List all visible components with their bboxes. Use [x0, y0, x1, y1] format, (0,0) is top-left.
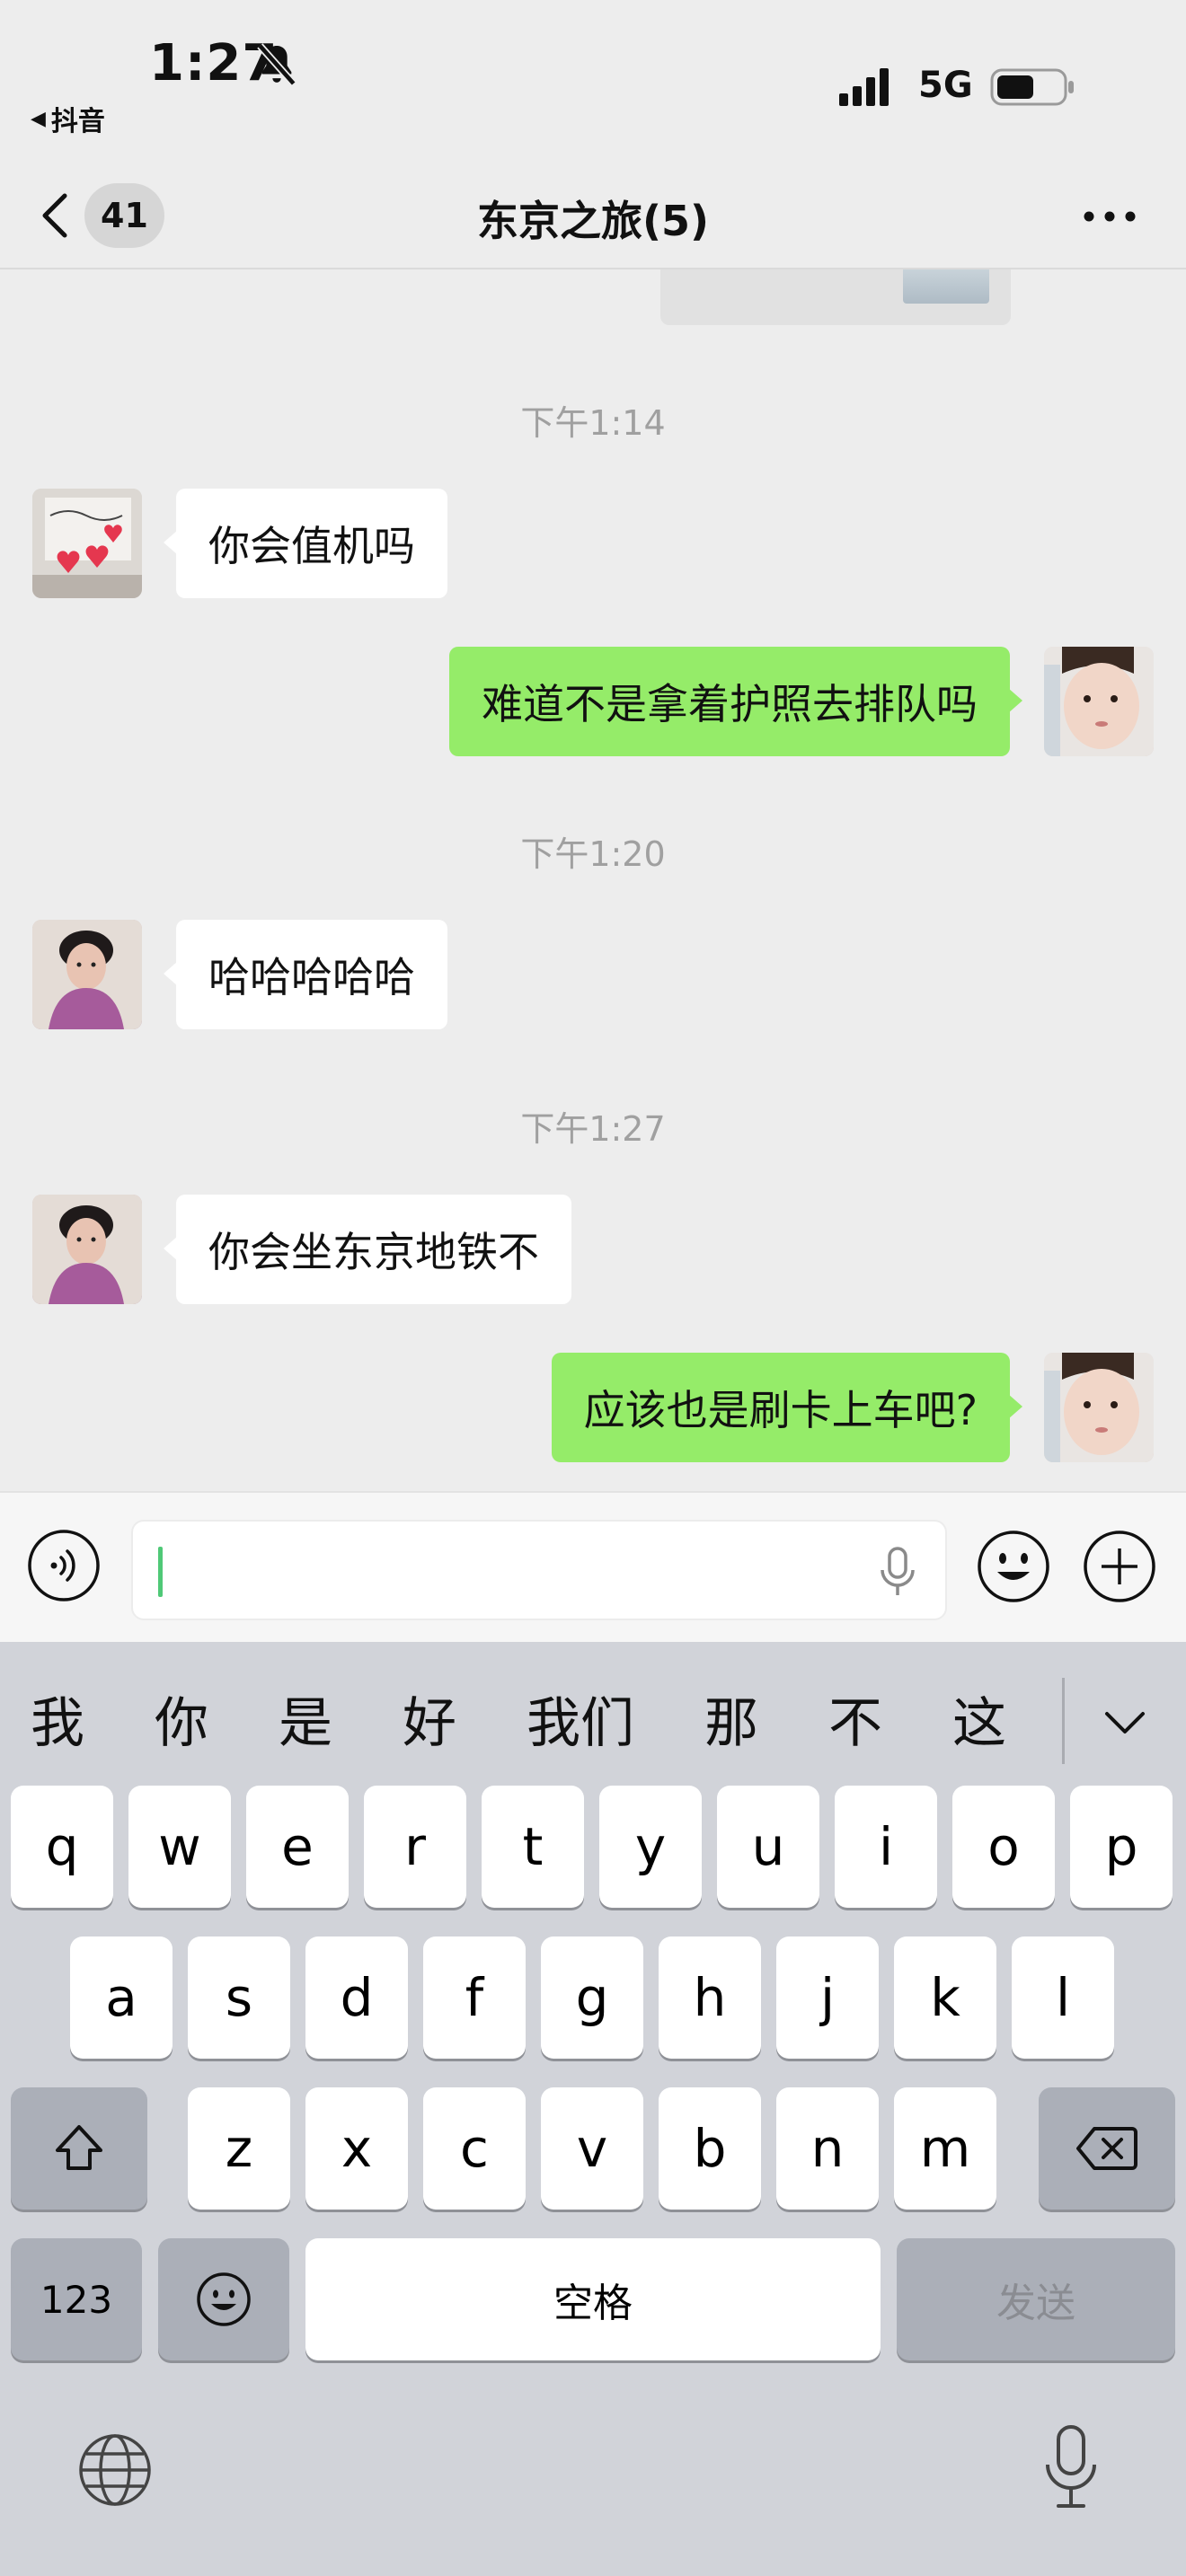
key-h[interactable]: h	[659, 1936, 761, 2059]
message-input[interactable]	[131, 1520, 947, 1620]
keyboard: 我 你 是 好 我们 那 不 这 q w e r t y u i o p a s…	[0, 1642, 1186, 2576]
key-u[interactable]: u	[717, 1786, 819, 1908]
emoji-icon	[197, 2272, 251, 2326]
candidate-word[interactable]: 不	[828, 1680, 882, 1758]
globe-icon[interactable]	[77, 2432, 153, 2508]
dictation-microphone-icon[interactable]	[1040, 2423, 1102, 2513]
key-x[interactable]: x	[305, 2087, 408, 2210]
signal-icon	[839, 68, 889, 106]
candidate-word[interactable]: 我们	[527, 1680, 634, 1758]
candidate-word[interactable]: 你	[155, 1680, 208, 1758]
avatar[interactable]	[32, 489, 142, 598]
plus-icon[interactable]	[1082, 1529, 1157, 1604]
timestamp: 下午1:20	[520, 834, 666, 874]
key-n[interactable]: n	[776, 2087, 879, 2210]
numbers-key[interactable]: 123	[11, 2238, 142, 2360]
my-avatar[interactable]	[1044, 1353, 1154, 1462]
battery-icon	[990, 68, 1074, 106]
key-m[interactable]: m	[894, 2087, 996, 2210]
avatar-image	[1044, 647, 1154, 756]
shift-key[interactable]	[11, 2087, 147, 2210]
avatar-image	[32, 489, 142, 598]
key-w[interactable]: w	[128, 1786, 231, 1908]
space-key[interactable]: 空格	[305, 2238, 881, 2360]
previous-image-message[interactable]	[660, 269, 1011, 325]
back-app-label: 抖音	[50, 106, 105, 137]
backspace-icon	[1076, 2127, 1137, 2170]
incoming-message-bubble[interactable]: 哈哈哈哈哈	[164, 920, 447, 1029]
voice-input-icon[interactable]	[27, 1529, 101, 1602]
key-j[interactable]: j	[776, 1936, 879, 2059]
network-type: 5G	[918, 65, 973, 106]
avatar-image	[1044, 1353, 1154, 1462]
chat-title: 东京之旅(5)	[476, 197, 710, 245]
timestamp: 下午1:27	[520, 1109, 666, 1149]
key-o[interactable]: o	[952, 1786, 1055, 1908]
candidate-word[interactable]: 那	[704, 1680, 758, 1758]
key-c[interactable]: c	[423, 2087, 526, 2210]
text-caret	[158, 1547, 163, 1597]
shift-icon	[56, 2125, 102, 2170]
microphone-icon[interactable]	[875, 1545, 920, 1599]
image-thumbnail	[903, 269, 989, 304]
key-g[interactable]: g	[541, 1936, 643, 2059]
key-r[interactable]: r	[364, 1786, 466, 1908]
send-key[interactable]: 发送	[897, 2238, 1175, 2360]
outgoing-message-bubble[interactable]: 难道不是拿着护照去排队吗	[449, 647, 1022, 756]
more-options-icon[interactable]	[1078, 194, 1141, 239]
emoji-key[interactable]	[158, 2238, 289, 2360]
key-y[interactable]: y	[599, 1786, 702, 1908]
message-list[interactable]: 下午1:14 你会值机吗 难道不是拿着护照去排队吗 下午1:20 哈哈哈哈哈 下…	[0, 269, 1186, 1491]
candidate-bar: 我 你 是 好 我们 那 不 这	[0, 1642, 1186, 1793]
key-z[interactable]: z	[188, 2087, 290, 2210]
candidate-word[interactable]: 我	[31, 1680, 84, 1758]
key-l[interactable]: l	[1012, 1936, 1114, 2059]
back-to-app-link[interactable]: ◀ 抖音	[31, 99, 105, 138]
incoming-message-bubble[interactable]: 你会值机吗	[164, 489, 447, 598]
candidate-word[interactable]: 是	[279, 1680, 332, 1758]
key-i[interactable]: i	[835, 1786, 937, 1908]
key-a[interactable]: a	[70, 1936, 173, 2059]
candidate-word[interactable]: 好	[403, 1680, 456, 1758]
bell-muted-icon	[257, 43, 296, 86]
avatar-image	[32, 920, 142, 1029]
backspace-key[interactable]	[1039, 2087, 1175, 2210]
avatar[interactable]	[32, 1195, 142, 1304]
candidate-divider	[1062, 1678, 1065, 1764]
status-bar: 1:27 ◀ 抖音 5G	[0, 0, 1186, 162]
key-f[interactable]: f	[423, 1936, 526, 2059]
emoji-icon[interactable]	[976, 1529, 1051, 1604]
key-k[interactable]: k	[894, 1936, 996, 2059]
key-t[interactable]: t	[482, 1786, 584, 1908]
key-p[interactable]: p	[1070, 1786, 1173, 1908]
timestamp: 下午1:14	[520, 403, 666, 443]
key-s[interactable]: s	[188, 1936, 290, 2059]
avatar-image	[32, 1195, 142, 1304]
key-v[interactable]: v	[541, 2087, 643, 2210]
input-bar	[0, 1491, 1186, 1642]
my-avatar[interactable]	[1044, 647, 1154, 756]
chevron-down-icon[interactable]	[1098, 1696, 1152, 1750]
outgoing-message-bubble[interactable]: 应该也是刷卡上车吧?	[551, 1353, 1023, 1462]
key-q[interactable]: q	[11, 1786, 113, 1908]
chat-header: 41 东京之旅(5)	[0, 162, 1186, 269]
incoming-message-bubble[interactable]: 你会坐东京地铁不	[164, 1195, 571, 1304]
key-d[interactable]: d	[305, 1936, 408, 2059]
key-e[interactable]: e	[246, 1786, 349, 1908]
candidate-word[interactable]: 这	[952, 1680, 1006, 1758]
key-b[interactable]: b	[659, 2087, 761, 2210]
avatar[interactable]	[32, 920, 142, 1029]
back-triangle-icon: ◀	[31, 107, 46, 130]
